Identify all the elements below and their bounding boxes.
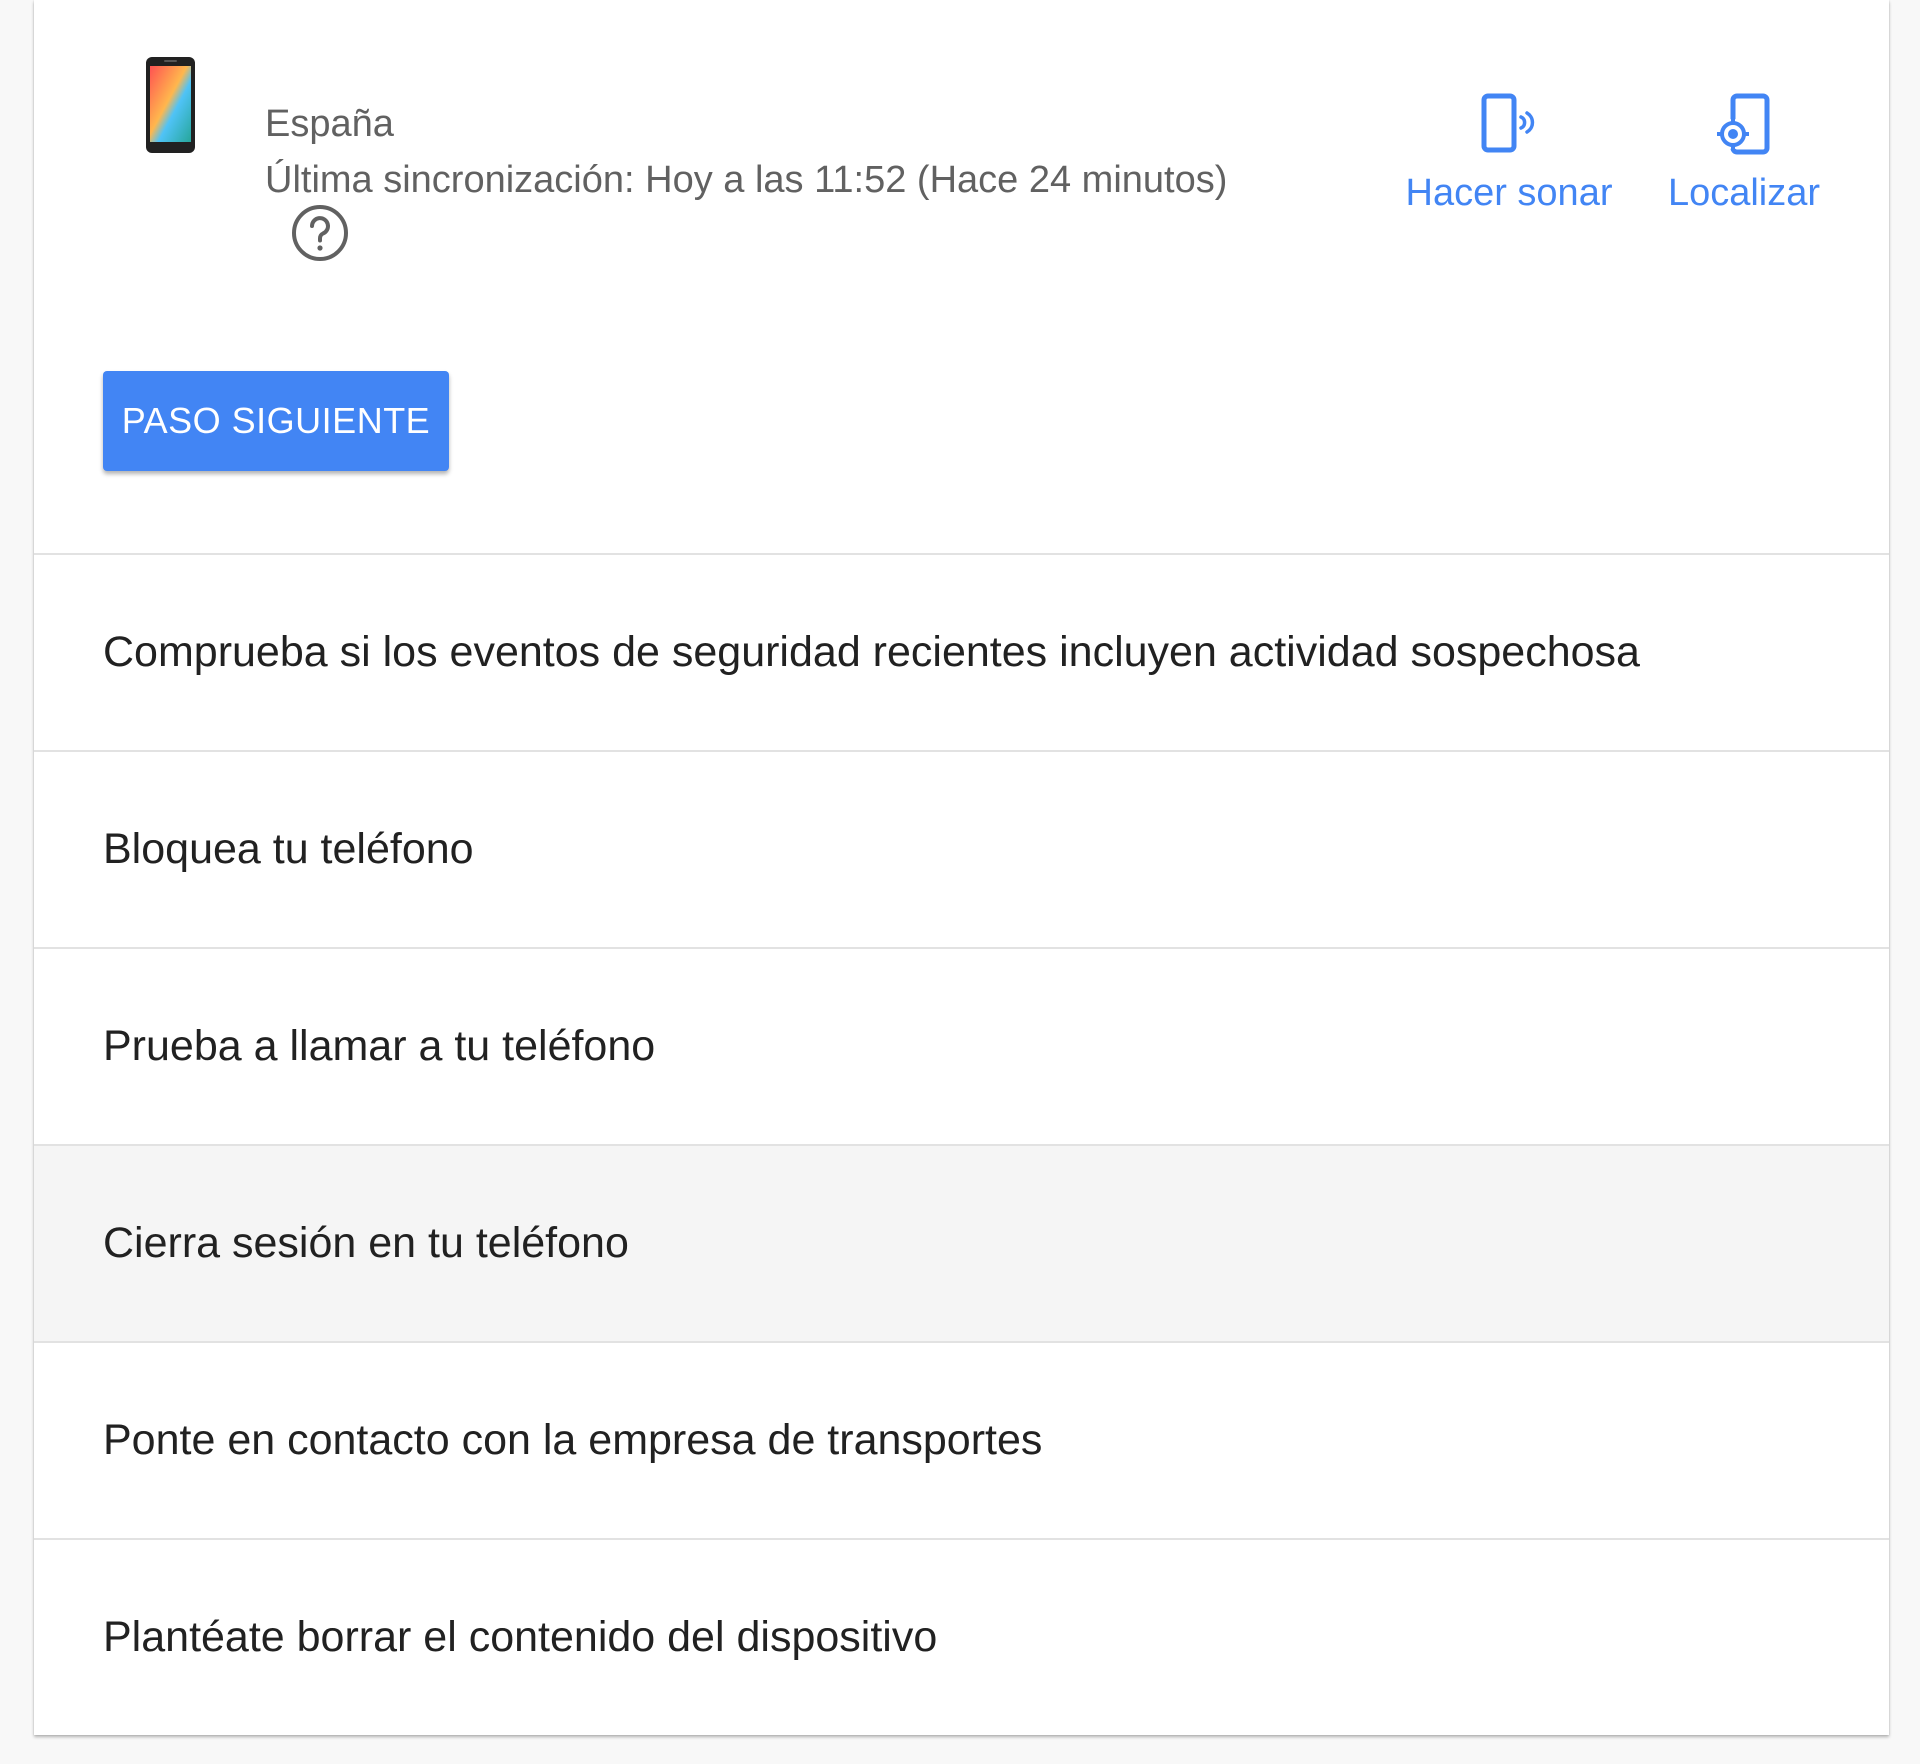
ring-device-label: Hacer sonar <box>1405 172 1613 214</box>
device-card: España Última sincronización: Hoy a las … <box>34 0 1889 1735</box>
step-erase-device[interactable]: Plantéate borrar el contenido del dispos… <box>34 1540 1889 1735</box>
step-sign-out-phone[interactable]: Cierra sesión en tu teléfono <box>34 1146 1889 1343</box>
next-step-button[interactable]: PASO SIGUIENTE <box>103 371 449 471</box>
phone-device-icon <box>146 57 195 153</box>
help-icon[interactable] <box>290 203 350 263</box>
locate-device-button[interactable]: Localizar <box>1644 92 1844 215</box>
ring-device-button[interactable]: Hacer sonar <box>1394 92 1624 215</box>
ring-phone-icon <box>1481 93 1535 153</box>
device-header: España Última sincronización: Hoy a las … <box>34 0 1889 555</box>
locate-phone-icon <box>1717 93 1770 155</box>
step-call-phone[interactable]: Prueba a llamar a tu teléfono <box>34 949 1889 1146</box>
security-steps-list: Comprueba si los eventos de seguridad re… <box>34 555 1889 1735</box>
device-info: España Última sincronización: Hoy a las … <box>265 96 1227 208</box>
step-contact-carrier[interactable]: Ponte en contacto con la empresa de tran… <box>34 1343 1889 1540</box>
device-location: España <box>265 103 394 145</box>
locate-device-label: Localizar <box>1667 172 1821 214</box>
last-sync-text: Última sincronización: Hoy a las 11:52 (… <box>265 159 1228 201</box>
step-check-security-events[interactable]: Comprueba si los eventos de seguridad re… <box>34 555 1889 752</box>
step-lock-phone[interactable]: Bloquea tu teléfono <box>34 752 1889 949</box>
